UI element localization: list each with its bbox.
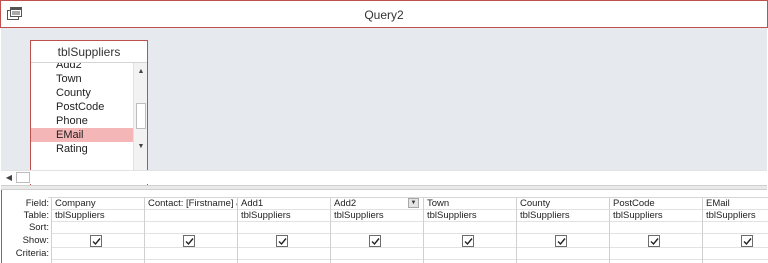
grid-column-email[interactable]: EMail tblSuppliers <box>702 198 768 263</box>
table-cell[interactable]: tblSuppliers <box>610 210 702 222</box>
show-cell[interactable] <box>610 234 702 248</box>
field-list-tblsuppliers[interactable]: tblSuppliers Add2 Town County PostCode P… <box>30 40 148 186</box>
show-checkbox[interactable] <box>741 235 753 247</box>
show-cell[interactable] <box>517 234 609 248</box>
show-cell[interactable] <box>145 234 237 248</box>
show-checkbox[interactable] <box>555 235 567 247</box>
show-checkbox[interactable] <box>648 235 660 247</box>
show-cell[interactable] <box>238 234 330 248</box>
grid-column-contact[interactable]: Contact: [Firstname] & " <box>144 198 237 263</box>
field-county[interactable]: County <box>31 86 134 100</box>
criteria-cell[interactable] <box>52 248 144 260</box>
field-cell[interactable]: PostCode <box>610 198 702 210</box>
row-label-sort: Sort: <box>28 222 49 233</box>
criteria-cell[interactable] <box>703 248 768 260</box>
table-cell[interactable]: tblSuppliers <box>238 210 330 222</box>
title-bar: Query2 <box>0 0 768 28</box>
sort-cell[interactable] <box>424 222 516 234</box>
criteria-cell[interactable] <box>517 248 609 260</box>
row-label-show: Show: <box>22 235 49 246</box>
window-title: Query2 <box>364 8 404 22</box>
field-postcode[interactable]: PostCode <box>31 100 134 114</box>
show-checkbox[interactable] <box>462 235 474 247</box>
sort-cell[interactable] <box>703 222 768 234</box>
field-email[interactable]: EMail <box>31 128 134 142</box>
grid-row-labels: Field: Table: Sort: Show: Criteria: <box>1 198 51 260</box>
scroll-left-icon[interactable]: ◀ <box>3 171 15 185</box>
field-cell[interactable]: Add1 <box>238 198 330 210</box>
field-list-title[interactable]: tblSuppliers <box>31 41 147 63</box>
table-cell[interactable]: tblSuppliers <box>703 210 768 222</box>
hscroll-thumb[interactable] <box>16 172 30 183</box>
sort-cell[interactable] <box>517 222 609 234</box>
grid-column-town[interactable]: Town tblSuppliers <box>423 198 516 263</box>
sort-cell[interactable] <box>610 222 702 234</box>
row-label-table: Table: <box>23 210 49 221</box>
sort-cell[interactable] <box>238 222 330 234</box>
column-selector-bar[interactable] <box>48 190 768 198</box>
table-cell[interactable] <box>145 210 237 222</box>
table-cell[interactable]: tblSuppliers <box>424 210 516 222</box>
show-checkbox[interactable] <box>276 235 288 247</box>
field-cell-text: Add2 <box>334 198 357 209</box>
show-checkbox[interactable] <box>183 235 195 247</box>
grid-column-add1[interactable]: Add1 tblSuppliers <box>237 198 330 263</box>
grid-column-county[interactable]: County tblSuppliers <box>516 198 609 263</box>
design-pane-hscrollbar[interactable]: ◀ <box>1 170 767 184</box>
field-cell[interactable]: EMail <box>703 198 768 210</box>
show-cell[interactable] <box>703 234 768 248</box>
sort-cell[interactable] <box>52 222 144 234</box>
show-cell[interactable] <box>424 234 516 248</box>
table-design-pane[interactable]: tblSuppliers Add2 Town County PostCode P… <box>1 28 767 186</box>
field-cell[interactable]: County <box>517 198 609 210</box>
grid-column-company[interactable]: Company tblSuppliers <box>51 198 144 263</box>
criteria-cell[interactable] <box>610 248 702 260</box>
dropdown-arrow-icon[interactable]: ▼ <box>408 198 419 208</box>
field-cell[interactable]: Contact: [Firstname] & " <box>145 198 237 210</box>
field-cell[interactable]: Town <box>424 198 516 210</box>
table-cell[interactable]: tblSuppliers <box>331 210 423 222</box>
field-cell[interactable]: Add2 ▼ <box>331 198 423 210</box>
criteria-cell[interactable] <box>145 248 237 260</box>
row-label-field: Field: <box>25 198 49 209</box>
criteria-cell[interactable] <box>238 248 330 260</box>
grid-column-add2[interactable]: Add2 ▼ tblSuppliers <box>330 198 423 263</box>
table-cell[interactable]: tblSuppliers <box>52 210 144 222</box>
scroll-up-icon[interactable]: ▲ <box>134 65 148 79</box>
query-design-window: Query2 tblSuppliers Add2 Town County Pos… <box>0 0 768 263</box>
show-checkbox[interactable] <box>369 235 381 247</box>
field-list-scrollbar[interactable]: ▲ ▼ <box>133 63 147 184</box>
field-add2[interactable]: Add2 <box>31 63 134 72</box>
field-town[interactable]: Town <box>31 72 134 86</box>
show-cell[interactable] <box>331 234 423 248</box>
criteria-cell[interactable] <box>331 248 423 260</box>
field-list[interactable]: Add2 Town County PostCode Phone EMail Ra… <box>31 63 134 184</box>
table-cell[interactable]: tblSuppliers <box>517 210 609 222</box>
scroll-down-icon[interactable]: ▼ <box>134 140 148 154</box>
row-label-criteria: Criteria: <box>15 248 49 259</box>
field-phone[interactable]: Phone <box>31 114 134 128</box>
criteria-cell[interactable] <box>424 248 516 260</box>
scroll-thumb[interactable] <box>136 103 146 129</box>
sort-cell[interactable] <box>145 222 237 234</box>
sort-cell[interactable] <box>331 222 423 234</box>
field-rating[interactable]: Rating <box>31 142 134 156</box>
show-cell[interactable] <box>52 234 144 248</box>
grid-column-postcode[interactable]: PostCode tblSuppliers <box>609 198 702 263</box>
show-checkbox[interactable] <box>90 235 102 247</box>
field-cell[interactable]: Company <box>52 198 144 210</box>
